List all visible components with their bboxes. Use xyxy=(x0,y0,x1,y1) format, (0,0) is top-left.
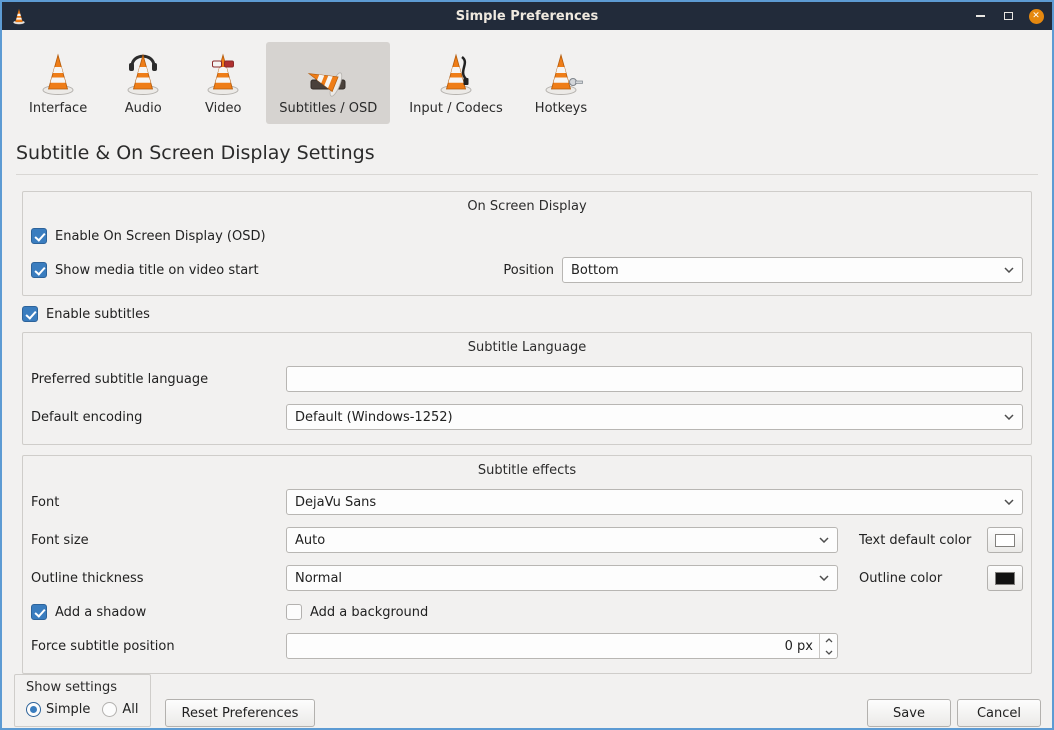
font-size-label: Font size xyxy=(31,533,286,548)
chevron-down-icon xyxy=(819,537,829,543)
toolbar-item-label: Hotkeys xyxy=(535,101,587,116)
window-controls: ✕ xyxy=(972,8,1044,24)
enable-osd-checkbox-row[interactable]: Enable On Screen Display (OSD) xyxy=(31,228,266,244)
enable-subtitles-checkbox-row[interactable]: Enable subtitles xyxy=(22,306,1032,322)
reset-preferences-button[interactable]: Reset Preferences xyxy=(165,699,316,727)
radio-simple-label: Simple xyxy=(46,702,90,717)
show-media-title-label: Show media title on video start xyxy=(55,263,259,278)
add-shadow-checkbox[interactable] xyxy=(31,604,47,620)
interface-icon xyxy=(34,49,82,97)
font-size-value: Auto xyxy=(295,533,811,548)
chevron-down-icon xyxy=(1004,267,1014,273)
position-value: Bottom xyxy=(571,263,996,278)
spinner-buttons xyxy=(819,634,837,658)
radio-simple-control[interactable] xyxy=(26,702,41,717)
page-head: Subtitle & On Screen Display Settings xyxy=(16,142,1038,175)
subtitles-osd-icon xyxy=(304,49,352,97)
toolbar-item-label: Video xyxy=(205,101,241,116)
subtitle-language-groupbox: Subtitle Language Preferred subtitle lan… xyxy=(22,332,1032,445)
preferences-window: Simple Preferences ✕ Interface Audio xyxy=(0,0,1054,730)
force-subtitle-position-label: Force subtitle position xyxy=(31,639,286,654)
default-encoding-label: Default encoding xyxy=(31,410,286,425)
toolbar-item-label: Interface xyxy=(29,101,87,116)
subtitle-effects-group-title: Subtitle effects xyxy=(31,460,1023,483)
outline-color-label: Outline color xyxy=(859,571,942,586)
toolbar-item-hotkeys[interactable]: Hotkeys xyxy=(522,42,600,124)
vlc-cone-icon xyxy=(10,7,28,25)
chevron-down-icon xyxy=(1004,499,1014,505)
position-label: Position xyxy=(503,263,554,278)
show-settings-groupbox: Show settings Simple All xyxy=(14,674,151,727)
default-encoding-value: Default (Windows-1252) xyxy=(295,410,996,425)
radio-all-label: All xyxy=(122,702,138,717)
chevron-down-icon xyxy=(819,575,829,581)
font-value: DejaVu Sans xyxy=(295,495,996,510)
position-dropdown[interactable]: Bottom xyxy=(562,257,1023,283)
font-label: Font xyxy=(31,495,286,510)
spin-down-icon[interactable] xyxy=(820,646,837,658)
outline-thickness-label: Outline thickness xyxy=(31,571,286,586)
outline-thickness-value: Normal xyxy=(295,571,811,586)
text-default-color-label: Text default color xyxy=(859,533,971,548)
video-icon xyxy=(199,49,247,97)
font-dropdown[interactable]: DejaVu Sans xyxy=(286,489,1023,515)
show-media-title-checkbox[interactable] xyxy=(31,262,47,278)
outline-color-button[interactable] xyxy=(987,565,1023,591)
toolbar-item-interface[interactable]: Interface xyxy=(16,42,100,124)
cancel-button[interactable]: Cancel xyxy=(957,699,1041,727)
titlebar: Simple Preferences ✕ xyxy=(2,2,1052,30)
osd-group-title: On Screen Display xyxy=(31,196,1023,219)
spin-up-icon[interactable] xyxy=(820,634,837,646)
enable-subtitles-checkbox[interactable] xyxy=(22,306,38,322)
toolbar-item-label: Subtitles / OSD xyxy=(279,101,377,116)
add-background-label: Add a background xyxy=(310,605,428,620)
chevron-down-icon xyxy=(1004,414,1014,420)
window-title: Simple Preferences xyxy=(456,9,598,24)
outline-thickness-dropdown[interactable]: Normal xyxy=(286,565,838,591)
text-default-color-button[interactable] xyxy=(987,527,1023,553)
input-codecs-icon xyxy=(432,49,480,97)
radio-simple[interactable]: Simple xyxy=(26,702,90,717)
add-shadow-checkbox-row[interactable]: Add a shadow xyxy=(31,604,286,620)
add-background-checkbox[interactable] xyxy=(286,604,302,620)
toolbar-item-subtitles-osd[interactable]: Subtitles / OSD xyxy=(266,42,390,124)
font-size-dropdown[interactable]: Auto xyxy=(286,527,838,553)
page-title: Subtitle & On Screen Display Settings xyxy=(16,142,1038,164)
maximize-button[interactable] xyxy=(1000,8,1016,24)
show-settings-title: Show settings xyxy=(26,680,139,695)
toolbar-item-label: Input / Codecs xyxy=(409,101,503,116)
radio-all-control[interactable] xyxy=(102,702,117,717)
toolbar-item-input-codecs[interactable]: Input / Codecs xyxy=(396,42,516,124)
toolbar-item-audio[interactable]: Audio xyxy=(106,42,180,124)
category-toolbar: Interface Audio Video Subtitl xyxy=(2,30,1052,128)
minimize-button[interactable] xyxy=(972,8,988,24)
outline-color-swatch xyxy=(995,572,1015,585)
footer: Show settings Simple All Reset Preferenc… xyxy=(2,674,1052,730)
show-media-title-checkbox-row[interactable]: Show media title on video start xyxy=(31,262,503,278)
enable-osd-checkbox[interactable] xyxy=(31,228,47,244)
force-subtitle-position-spinner[interactable]: 0 px xyxy=(286,633,838,659)
close-button[interactable]: ✕ xyxy=(1028,8,1044,24)
subtitle-language-group-title: Subtitle Language xyxy=(31,337,1023,360)
add-shadow-label: Add a shadow xyxy=(55,605,146,620)
subtitle-effects-groupbox: Subtitle effects Font DejaVu Sans Font s… xyxy=(22,455,1032,674)
preferred-language-label: Preferred subtitle language xyxy=(31,372,286,387)
audio-icon xyxy=(119,49,167,97)
force-subtitle-position-value: 0 px xyxy=(287,634,819,658)
preferred-language-input[interactable] xyxy=(286,366,1023,392)
enable-osd-label: Enable On Screen Display (OSD) xyxy=(55,229,266,244)
radio-all[interactable]: All xyxy=(102,702,138,717)
add-background-checkbox-row[interactable]: Add a background xyxy=(286,604,428,620)
hotkeys-icon xyxy=(537,49,585,97)
save-button[interactable]: Save xyxy=(867,699,951,727)
toolbar-item-video[interactable]: Video xyxy=(186,42,260,124)
enable-subtitles-label: Enable subtitles xyxy=(46,307,150,322)
toolbar-item-label: Audio xyxy=(125,101,162,116)
osd-groupbox: On Screen Display Enable On Screen Displ… xyxy=(22,191,1032,296)
text-color-swatch xyxy=(995,534,1015,547)
default-encoding-dropdown[interactable]: Default (Windows-1252) xyxy=(286,404,1023,430)
